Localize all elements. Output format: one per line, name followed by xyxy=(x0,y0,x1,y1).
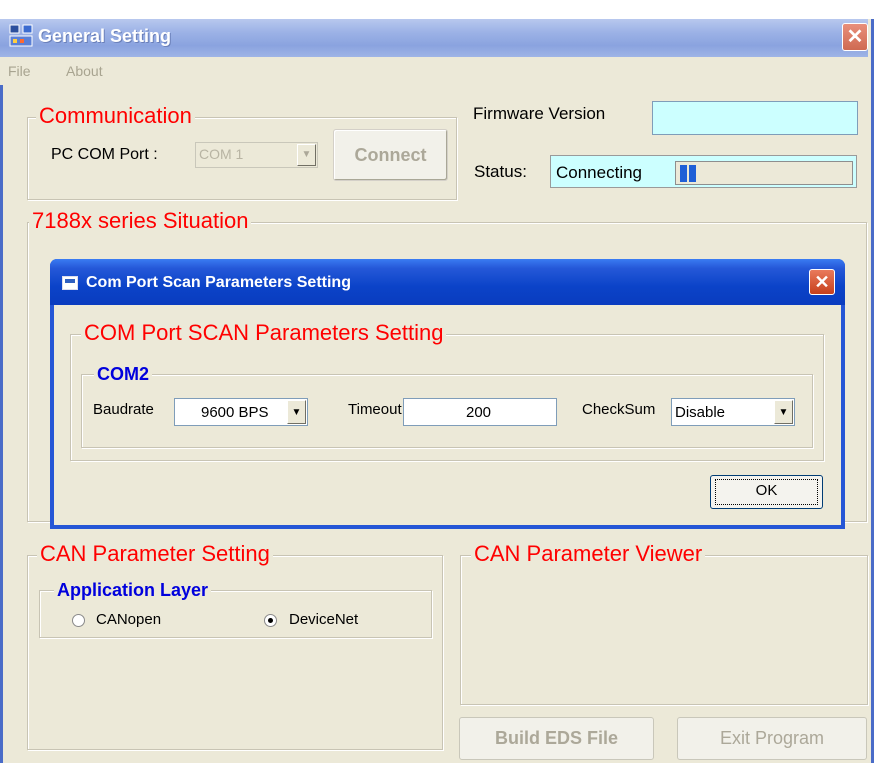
dialog-title-bar[interactable]: Com Port Scan Parameters Setting ✕ xyxy=(50,259,845,305)
com2-title: COM2 xyxy=(94,362,153,386)
situation-title: 7188x series Situation xyxy=(29,209,252,233)
title-bar[interactable]: General Setting ✕ xyxy=(0,19,868,57)
connect-label: Connect xyxy=(354,145,427,165)
status-field: Connecting xyxy=(550,155,857,188)
timeout-value: 200 xyxy=(466,404,492,421)
application-layer-title: Application Layer xyxy=(54,578,212,602)
build-eds-label: Build EDS File xyxy=(494,728,618,748)
checksum-select[interactable]: Disable ▼ xyxy=(671,398,795,426)
menu-about[interactable]: About xyxy=(66,63,103,79)
baudrate-select[interactable]: 9600 BPS ▼ xyxy=(174,398,308,426)
status-value: Connecting xyxy=(556,163,643,182)
menu-file[interactable]: File xyxy=(8,63,31,79)
dialog-body: COM Port SCAN Parameters Setting COM2 Ba… xyxy=(54,305,841,525)
can-viewer-title: CAN Parameter Viewer xyxy=(471,542,706,566)
status-progress-bar xyxy=(675,161,853,185)
status-label: Status: xyxy=(474,162,527,181)
app-icon xyxy=(9,24,33,47)
exit-program-button[interactable]: Exit Program xyxy=(677,717,867,760)
ok-focus-ring xyxy=(715,479,818,505)
dialog-close-button[interactable]: ✕ xyxy=(809,269,835,295)
timeout-input[interactable]: 200 xyxy=(403,398,557,426)
dialog-title: Com Port Scan Parameters Setting xyxy=(86,274,351,291)
progress-cell xyxy=(680,165,687,182)
com-port-label: PC COM Port : xyxy=(51,146,158,163)
menu-bar: File About xyxy=(0,57,868,85)
communication-title: Communication xyxy=(36,104,195,128)
timeout-label: Timeout xyxy=(348,401,402,418)
ok-button[interactable]: OK xyxy=(710,475,823,509)
checksum-value: Disable xyxy=(675,404,726,421)
checksum-label: CheckSum xyxy=(582,401,656,418)
chevron-down-icon[interactable]: ▼ xyxy=(297,144,316,166)
canopen-label: CANopen xyxy=(96,611,162,628)
scan-params-title: COM Port SCAN Parameters Setting xyxy=(81,321,447,345)
radio-devicenet[interactable] xyxy=(264,614,277,627)
radio-canopen[interactable] xyxy=(72,614,85,627)
com-port-scan-dialog: Com Port Scan Parameters Setting ✕ COM P… xyxy=(50,259,845,529)
exit-program-label: Exit Program xyxy=(719,728,825,748)
com-port-select[interactable]: COM 1 ▼ xyxy=(195,142,318,168)
top-strip xyxy=(0,0,874,19)
baudrate-value: 9600 BPS xyxy=(201,404,269,421)
can-setting-title: CAN Parameter Setting xyxy=(37,542,273,566)
close-icon: ✕ xyxy=(814,272,830,292)
can-viewer-group xyxy=(460,555,868,705)
chevron-down-icon[interactable]: ▼ xyxy=(774,400,793,424)
close-icon: ✕ xyxy=(846,26,864,48)
firmware-version-field xyxy=(652,101,858,135)
chevron-down-icon[interactable]: ▼ xyxy=(287,400,306,424)
progress-cell xyxy=(689,165,696,182)
window-icon xyxy=(62,276,78,290)
baudrate-label: Baudrate xyxy=(93,401,154,418)
build-eds-button[interactable]: Build EDS File xyxy=(459,717,654,760)
firmware-version-label: Firmware Version xyxy=(473,104,606,123)
com-port-value: COM 1 xyxy=(199,146,244,162)
connect-button[interactable]: Connect xyxy=(333,129,448,181)
window-close-button[interactable]: ✕ xyxy=(842,23,868,51)
window-title: General Setting xyxy=(38,26,172,46)
devicenet-label: DeviceNet xyxy=(289,611,359,628)
